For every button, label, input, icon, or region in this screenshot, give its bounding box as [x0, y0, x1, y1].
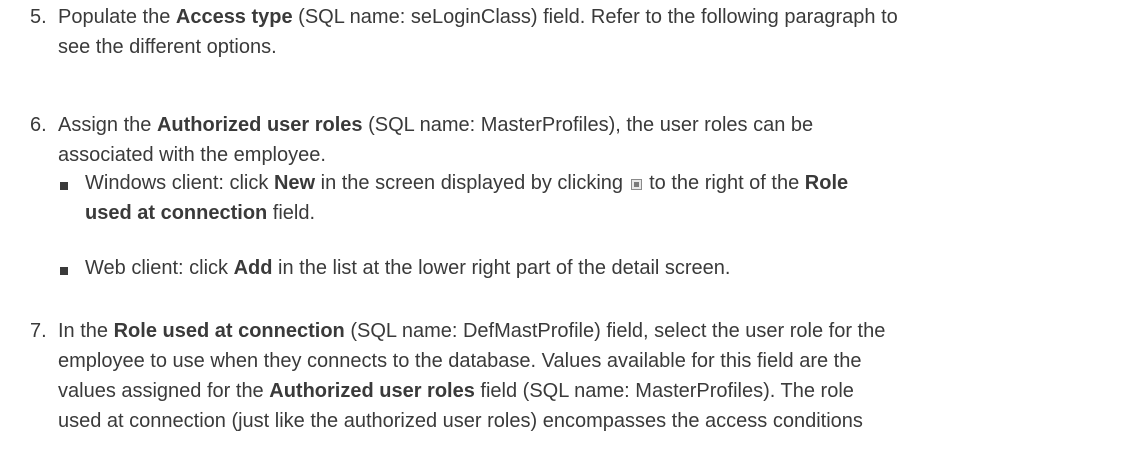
text-run: values assigned for the	[58, 380, 270, 402]
text-run: (SQL name: seLoginClass) field. Refer to…	[292, 6, 898, 28]
bullet-line: Windows client: click New in the screen …	[85, 168, 1125, 198]
text-run: in the list at the lower right part of t…	[272, 257, 731, 279]
button-name-add: Add	[233, 257, 273, 279]
field-name-role: Role	[804, 172, 849, 194]
field-name-authorized-user-roles: Authorized user roles	[156, 114, 363, 136]
bullet-line: Web client: click Add in the list at the…	[85, 253, 1125, 283]
step-line: Populate the Access type (SQL name: seLo…	[58, 2, 1128, 32]
field-name-used-at-connection: used at connection	[85, 202, 268, 224]
step-text: In the Role used at connection (SQL name…	[58, 316, 1128, 436]
text-run: Assign the	[58, 114, 157, 136]
bullet-icon	[60, 182, 68, 190]
bullet-line: used at connection field.	[85, 198, 1125, 228]
step-line: Assign the Authorized user roles (SQL na…	[58, 110, 1128, 140]
text-run: (SQL name: MasterProfiles), the user rol…	[362, 114, 814, 136]
text-run: Windows client: click	[85, 172, 274, 194]
step-line: used at connection (just like the author…	[58, 410, 863, 432]
field-name-role-used-at-connection: Role used at connection	[113, 320, 345, 342]
step-text: Assign the Authorized user roles (SQL na…	[58, 110, 1128, 170]
bullet-item-windows-client: Windows client: click New in the screen …	[85, 168, 1125, 228]
bullet-icon	[60, 267, 68, 275]
step-number: 7.	[30, 320, 47, 342]
text-run: In the	[58, 320, 114, 342]
bullet-item-web-client: Web client: click Add in the list at the…	[85, 253, 1125, 283]
field-name-access-type: Access type	[175, 6, 293, 28]
field-name-authorized-user-roles: Authorized user roles	[269, 380, 475, 402]
step-line: In the Role used at connection (SQL name…	[58, 316, 1128, 346]
text-run: to the right of the	[643, 172, 805, 194]
text-run: (SQL name: DefMastProfile) field, select…	[344, 320, 886, 342]
text-run: field (SQL name: MasterProfiles). The ro…	[474, 380, 854, 402]
step-number: 6.	[30, 114, 47, 136]
step-number: 5.	[30, 6, 47, 28]
step-line: see the different options.	[58, 36, 277, 58]
button-name-new: New	[273, 172, 316, 194]
text-run: in the screen displayed by clicking	[315, 172, 629, 194]
selection-button-icon	[630, 179, 642, 190]
text-run: Web client: click	[85, 257, 234, 279]
step-line: associated with the employee.	[58, 144, 326, 166]
step-text: Populate the Access type (SQL name: seLo…	[58, 2, 1128, 62]
step-line: values assigned for the Authorized user …	[58, 376, 1128, 406]
text-run: field.	[267, 202, 316, 224]
text-run: Populate the	[58, 6, 176, 28]
step-line: employee to use when they connects to th…	[58, 350, 862, 372]
